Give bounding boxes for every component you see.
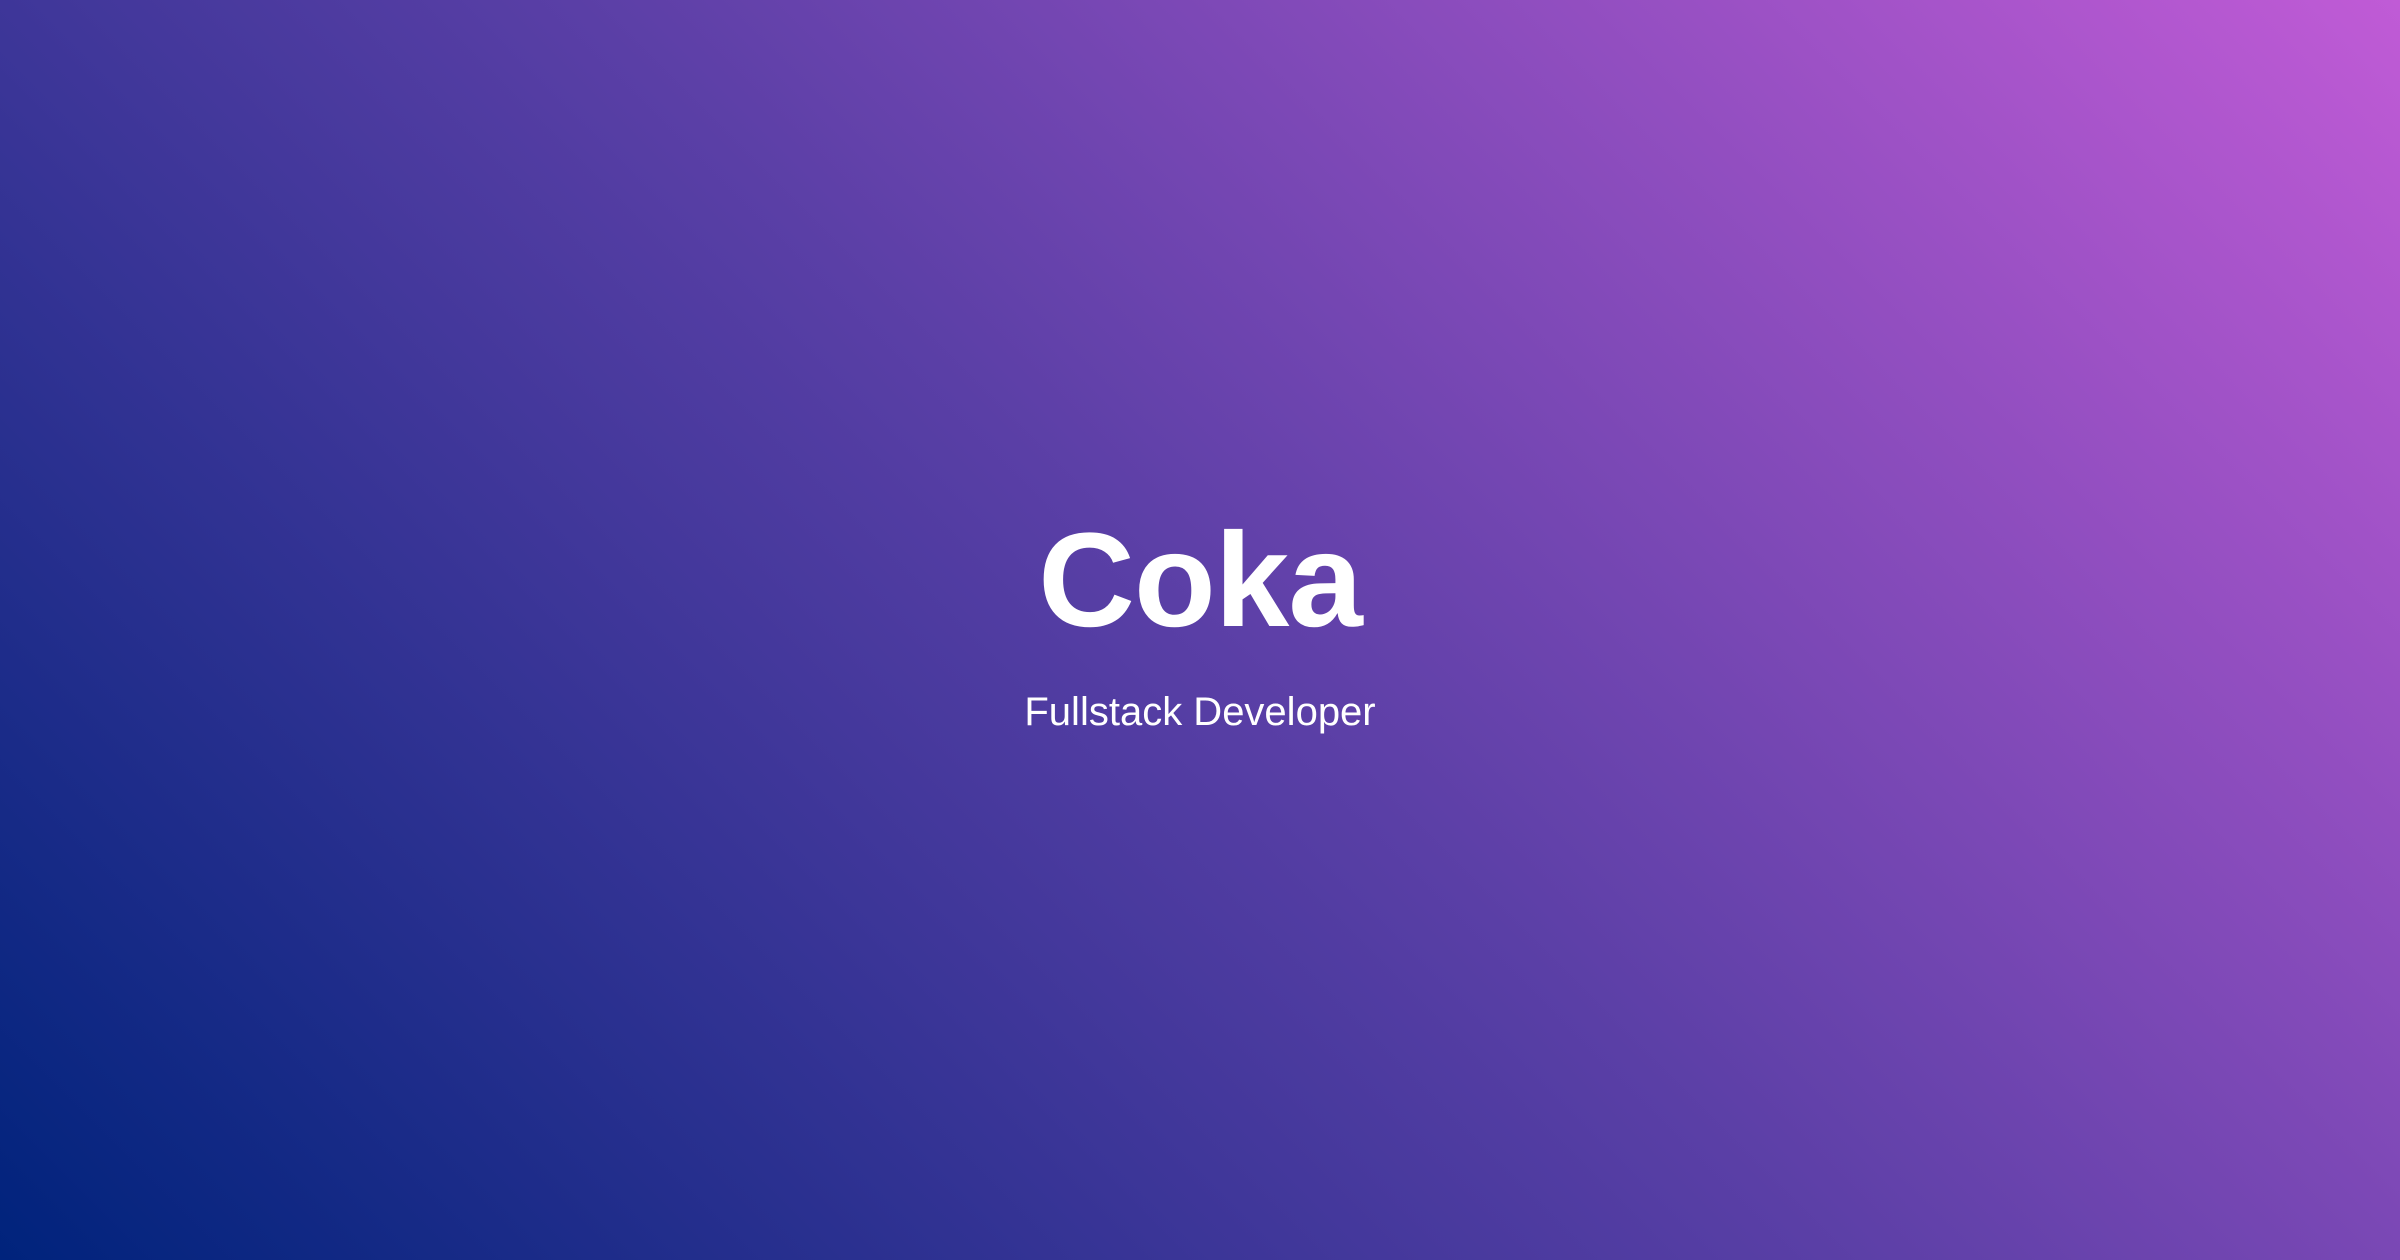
page-title: Coka <box>1038 506 1363 655</box>
hero-banner: Coka Fullstack Developer <box>0 0 2400 1260</box>
page-subtitle: Fullstack Developer <box>1024 690 1376 734</box>
